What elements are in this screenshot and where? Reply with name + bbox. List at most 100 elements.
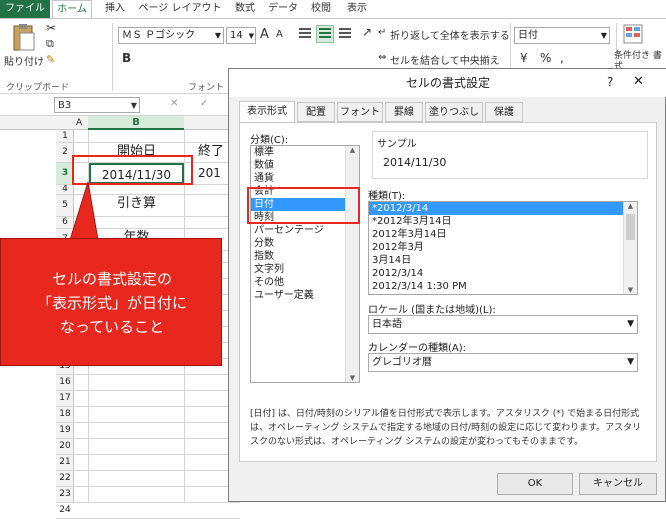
- row-header-24[interactable]: 24: [56, 502, 74, 518]
- category-item[interactable]: 標準: [251, 146, 345, 159]
- callout-box: セルの書式設定の 「表示形式」が日付に なっていること: [0, 238, 222, 366]
- conditional-format-icon[interactable]: [622, 23, 644, 45]
- wrap-text-icon: ↵: [378, 27, 387, 38]
- grow-font-button[interactable]: A: [260, 27, 269, 42]
- row-header-21[interactable]: 21: [56, 454, 74, 470]
- cancel-button[interactable]: キャンセル: [579, 473, 657, 495]
- column-header-a[interactable]: A: [76, 116, 82, 130]
- category-item[interactable]: 通貨: [251, 172, 345, 185]
- tab-font[interactable]: フォント: [337, 102, 383, 122]
- chevron-down-icon: ▼: [214, 31, 221, 40]
- type-list[interactable]: *2012/3/14 *2012年3月14日 2012年3月14日 2012年3月 3月…: [368, 201, 638, 295]
- paste-button[interactable]: [8, 23, 42, 57]
- format-painter-icon[interactable]: ✎: [46, 53, 55, 66]
- tab-review[interactable]: 校閲: [306, 0, 336, 18]
- tab-alignment[interactable]: 配置: [297, 102, 335, 122]
- category-items: 標準 数値 通貨 会計 日付 時刻 パーセンテージ 分数 指数 文字列 その他 ユーザー定義: [251, 146, 359, 302]
- category-item[interactable]: ユーザー定義: [251, 289, 345, 302]
- category-item[interactable]: パーセンテージ: [251, 224, 345, 237]
- type-item[interactable]: 2012年3月14日: [369, 228, 623, 241]
- row-header-19[interactable]: 19: [56, 422, 74, 438]
- calendar-select[interactable]: グレゴリオ暦 ▼: [368, 353, 638, 372]
- gridline: [56, 406, 240, 407]
- tab-home[interactable]: ホーム: [52, 0, 92, 18]
- number-format-select[interactable]: 日付 ▼: [514, 27, 610, 44]
- sample-label: サンプル: [377, 139, 417, 150]
- tab-file[interactable]: ファイル: [0, 0, 50, 18]
- category-scrollbar[interactable]: ▲ ▼: [345, 146, 359, 382]
- row-header-16[interactable]: 16: [56, 374, 74, 390]
- format-cells-dialog: セルの書式設定 ? ✕ 表示形式 配置 フォント 罫線 塗りつぶし 保護 分類(…: [228, 68, 666, 502]
- type-scrollbar[interactable]: ▲ ▼: [623, 202, 637, 294]
- align-middle-button[interactable]: [316, 25, 334, 43]
- merge-center-button[interactable]: セルを結合して中央揃え: [390, 52, 500, 67]
- cancel-entry-icon[interactable]: ✕: [170, 98, 178, 109]
- gridline: [56, 390, 240, 391]
- scroll-down-icon[interactable]: ▼: [346, 374, 359, 382]
- comma-button[interactable]: ,: [560, 51, 564, 65]
- tab-number[interactable]: 表示形式: [239, 101, 295, 123]
- category-list[interactable]: 標準 数値 通貨 会計 日付 時刻 パーセンテージ 分数 指数 文字列 その他 ユーザー定義 ▲ ▼: [250, 145, 360, 383]
- tab-page-layout[interactable]: ページ レイアウト: [134, 0, 226, 18]
- tab-insert[interactable]: 挿入: [100, 0, 130, 18]
- close-button[interactable]: ✕: [633, 74, 644, 89]
- align-top-icon[interactable]: [298, 27, 312, 39]
- tab-view[interactable]: 表示: [342, 0, 372, 18]
- font-size-select[interactable]: 14 ▼: [226, 27, 256, 44]
- calendar-label: カレンダーの種類(A):: [368, 343, 467, 354]
- currency-button[interactable]: ¥: [520, 51, 528, 65]
- row-header-1[interactable]: 1: [56, 130, 74, 142]
- category-item[interactable]: 分数: [251, 237, 345, 250]
- cut-icon[interactable]: ✂: [46, 21, 56, 35]
- gridline: [56, 374, 240, 375]
- chevron-down-icon: ▼: [627, 357, 634, 367]
- font-size-value: 14: [230, 30, 243, 41]
- row-header-22[interactable]: 22: [56, 470, 74, 486]
- locale-value: 日本語: [372, 319, 402, 330]
- type-item[interactable]: *2012年3月14日: [369, 215, 623, 228]
- scroll-up-icon[interactable]: ▲: [346, 146, 359, 154]
- type-item[interactable]: 2012/3/14 1:30 PM: [369, 280, 623, 293]
- align-bottom-icon[interactable]: [338, 27, 352, 39]
- orientation-icon[interactable]: ↗: [362, 25, 372, 39]
- dialog-title-bar: セルの書式設定 ? ✕: [229, 69, 666, 97]
- copy-icon[interactable]: ⧉: [46, 37, 54, 51]
- scroll-thumb[interactable]: [626, 214, 635, 240]
- gridline: [56, 454, 240, 455]
- row-header-17[interactable]: 17: [56, 390, 74, 406]
- type-item[interactable]: *2012/3/14: [369, 202, 623, 215]
- category-item[interactable]: 数値: [251, 159, 345, 172]
- category-item[interactable]: その他: [251, 276, 345, 289]
- type-item[interactable]: 2012年3月: [369, 241, 623, 254]
- scroll-up-icon[interactable]: ▲: [624, 202, 637, 210]
- help-button[interactable]: ?: [607, 75, 613, 89]
- percent-button[interactable]: %: [540, 51, 551, 65]
- type-item[interactable]: 2012/3/14: [369, 267, 623, 280]
- category-item[interactable]: 文字列: [251, 263, 345, 276]
- paste-label[interactable]: 貼り付け: [4, 53, 44, 68]
- tab-fill[interactable]: 塗りつぶし: [425, 102, 483, 122]
- font-name-select[interactable]: ＭＳ Ｐゴシック ▼: [118, 27, 224, 44]
- category-item[interactable]: 指数: [251, 250, 345, 263]
- number-format-value: 日付: [518, 30, 538, 41]
- type-item[interactable]: 3月14日: [369, 254, 623, 267]
- row-header-23[interactable]: 23: [56, 486, 74, 502]
- ok-button[interactable]: OK: [497, 473, 573, 495]
- description-text: [日付] は、日付/時刻のシリアル値を日付形式で表示します。アスタリスク (*)…: [250, 409, 642, 447]
- bold-button[interactable]: B: [122, 51, 131, 65]
- scroll-down-icon[interactable]: ▼: [624, 286, 637, 294]
- locale-select[interactable]: 日本語 ▼: [368, 315, 638, 334]
- shrink-font-button[interactable]: A: [276, 29, 283, 40]
- locale-label: ロケール (国または地域)(L):: [368, 305, 496, 316]
- tab-data[interactable]: データ: [266, 0, 300, 18]
- group-divider: [112, 23, 113, 91]
- name-box[interactable]: B3 ▼: [54, 97, 140, 113]
- tab-border[interactable]: 罫線: [385, 102, 423, 122]
- tab-formulas[interactable]: 数式: [230, 0, 260, 18]
- tab-protection[interactable]: 保護: [485, 102, 523, 122]
- wrap-text-button[interactable]: 折り返して全体を表示する: [390, 27, 510, 42]
- row-header-20[interactable]: 20: [56, 438, 74, 454]
- enter-entry-icon[interactable]: ✓: [200, 98, 208, 109]
- row-header-18[interactable]: 18: [56, 406, 74, 422]
- column-header-b[interactable]: B: [88, 116, 184, 130]
